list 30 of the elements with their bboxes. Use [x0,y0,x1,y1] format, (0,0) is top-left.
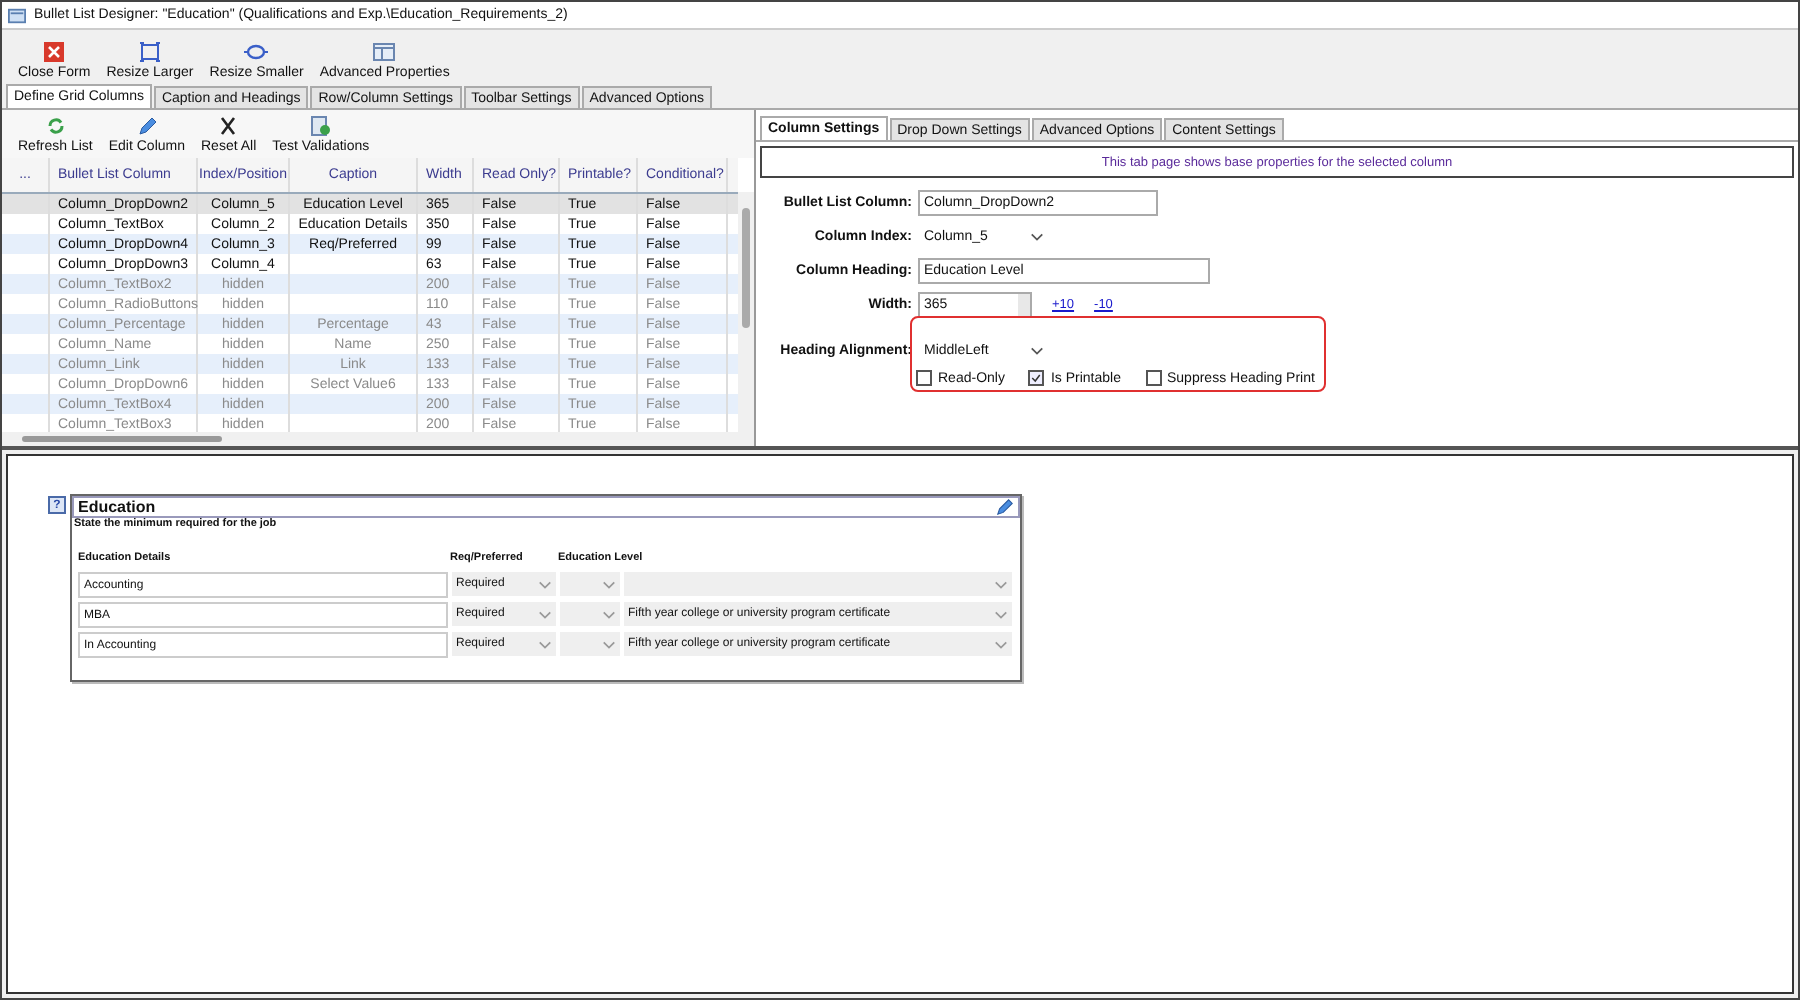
caret-icon [1030,345,1044,355]
caret-icon [602,609,616,619]
caret-icon [994,609,1008,619]
close-icon [42,42,67,62]
caret-icon [994,639,1008,649]
pencil-icon[interactable] [996,498,1014,516]
caret-icon [602,639,616,649]
checkbox[interactable] [1145,370,1161,386]
dropdown[interactable] [560,632,620,656]
shrink-icon [244,42,269,62]
scrollbar[interactable] [2,432,754,446]
checkbox[interactable] [1028,370,1045,386]
x-icon [216,116,241,136]
caret-icon [1030,231,1044,241]
window-icon [372,42,397,62]
caret-icon [602,579,616,589]
document-icon [308,116,333,136]
scrollbar[interactable] [738,192,754,432]
app-icon [8,7,26,23]
refresh-icon [43,116,68,136]
section-title: Education [78,498,156,516]
dropdown[interactable] [560,602,620,626]
caret-icon [538,609,552,619]
caret-icon [994,579,1008,589]
checkbox[interactable] [916,370,932,386]
caret-icon [538,579,552,589]
dropdown[interactable] [560,572,620,596]
caret-icon [538,639,552,649]
pencil-icon [134,116,159,136]
expand-icon [137,42,162,62]
